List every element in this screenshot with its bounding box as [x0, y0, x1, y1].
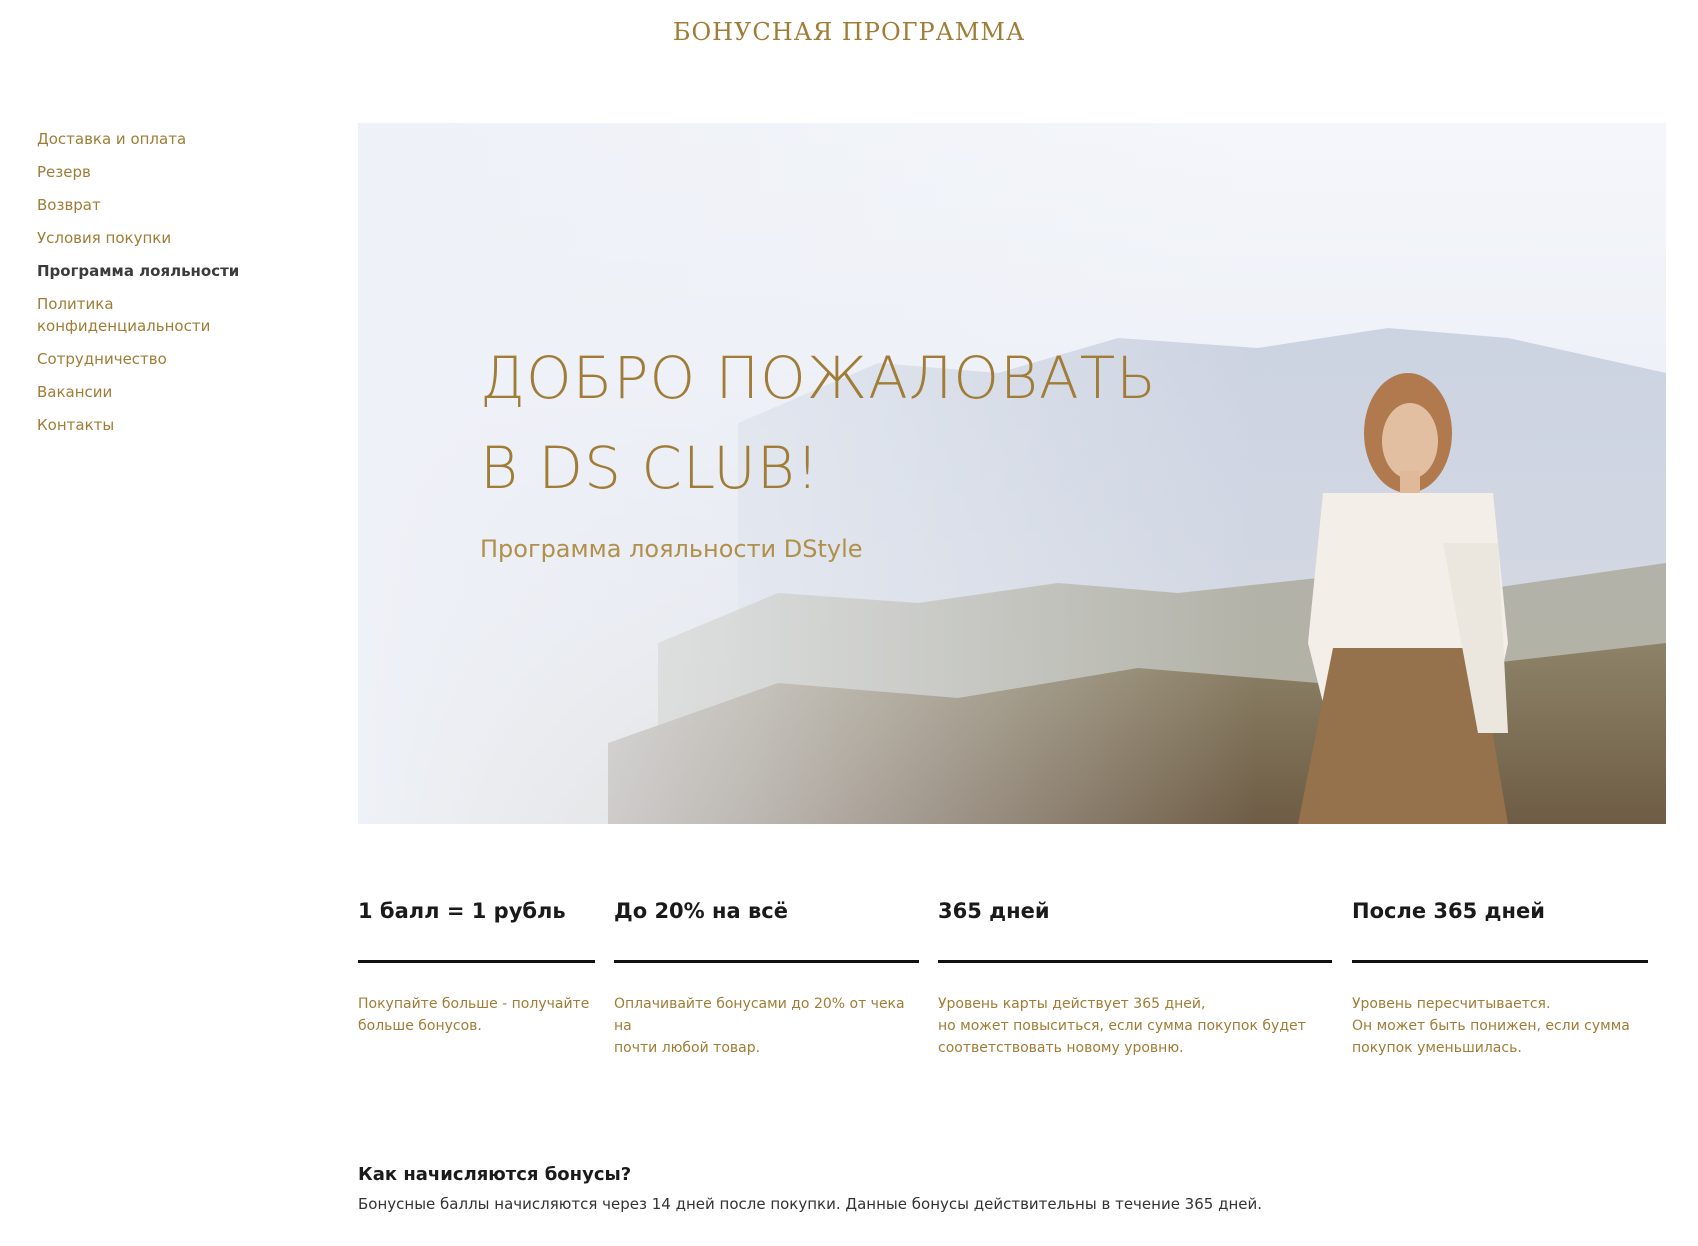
feature-365-days: 365 дней Уровень карты действует 365 дне…: [938, 896, 1332, 1059]
feature-title: 365 дней: [938, 899, 1050, 923]
feature-description: Покупайте больше - получайте больше бону…: [358, 996, 590, 1034]
faq-answer: Бонусные баллы начисляются через 14 дней…: [358, 1195, 1263, 1213]
sidebar-item-purchase-terms[interactable]: Условия покупки: [37, 227, 287, 249]
feature-divider: [358, 960, 595, 963]
feature-title: 1 балл = 1 рубль: [358, 899, 566, 923]
hero-heading-line1: ДОБРО ПОЖАЛОВАТЬ: [480, 344, 1157, 412]
page-title: БОНУСНАЯ ПРОГРАММА: [672, 18, 1026, 46]
features-row: 1 балл = 1 рубль Покупайте больше - полу…: [358, 896, 1668, 1066]
hero-heading: ДОБРО ПОЖАЛОВАТЬ В DS CLUB!: [480, 333, 1157, 513]
feature-description: Уровень карты действует 365 дней, но мож…: [938, 996, 1306, 1056]
sidebar-item-contacts[interactable]: Контакты: [37, 414, 287, 436]
sidebar-item-vacancies[interactable]: Вакансии: [37, 381, 287, 403]
hero-subheading: Программа лояльности DStyle: [480, 535, 863, 563]
sidebar-item-loyalty-program[interactable]: Программа лояльности: [37, 260, 287, 282]
sidebar-nav: Доставка и оплата Резерв Возврат Условия…: [37, 128, 287, 447]
feature-divider: [614, 960, 919, 963]
hero-heading-line2: В DS CLUB!: [480, 434, 820, 502]
feature-points-rate: 1 балл = 1 рубль Покупайте больше - полу…: [358, 896, 595, 1037]
feature-after-365-days: После 365 дней Уровень пересчитывается. …: [1352, 896, 1648, 1059]
sidebar-item-return[interactable]: Возврат: [37, 194, 287, 216]
feature-description: Уровень пересчитывается. Он может быть п…: [1352, 996, 1630, 1056]
faq-section: Как начисляются бонусы? Бонусные баллы н…: [358, 1164, 1262, 1213]
sidebar-item-cooperation[interactable]: Сотрудничество: [37, 348, 287, 370]
feature-divider: [938, 960, 1332, 963]
feature-description: Оплачивайте бонусами до 20% от чека на п…: [614, 996, 905, 1056]
feature-divider: [1352, 960, 1648, 963]
sidebar-item-delivery[interactable]: Доставка и оплата: [37, 128, 287, 150]
feature-title: До 20% на всё: [614, 899, 788, 923]
sidebar-item-reserve[interactable]: Резерв: [37, 161, 287, 183]
feature-discount: До 20% на всё Оплачивайте бонусами до 20…: [614, 896, 919, 1059]
hero-banner: ДОБРО ПОЖАЛОВАТЬ В DS CLUB! Программа ло…: [358, 123, 1666, 824]
feature-title: После 365 дней: [1352, 899, 1545, 923]
sidebar-item-privacy-policy[interactable]: Политика конфиденциальности: [37, 293, 212, 337]
faq-question: Как начисляются бонусы?: [358, 1164, 632, 1185]
page: БОНУСНАЯ ПРОГРАММА Доставка и оплата Рез…: [0, 0, 1698, 1246]
